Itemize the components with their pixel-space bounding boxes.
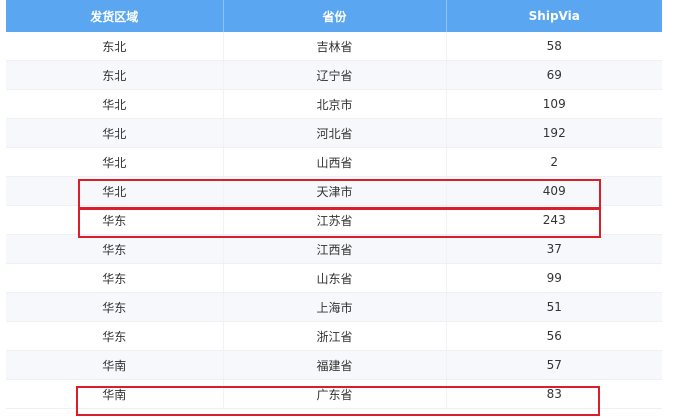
cell-region: 东北	[6, 32, 224, 61]
table-row[interactable]: 东北 辽宁省 69	[6, 60, 662, 90]
cell-shipvia: 51	[446, 292, 662, 322]
cell-province: 山东省	[223, 263, 447, 293]
cell-region: 华北	[6, 89, 224, 119]
table-row[interactable]: 东北 吉林省 58	[6, 32, 662, 61]
cell-shipvia: 83	[446, 379, 662, 409]
cell-province: 吉林省	[223, 32, 447, 61]
table-row[interactable]: 华北 河北省 192	[6, 118, 662, 148]
table-row[interactable]: 华北 山西省 2	[6, 147, 662, 177]
table-header: 发货区域 省份 ShipVia	[6, 0, 662, 32]
cell-region: 华南	[6, 350, 224, 380]
table-row[interactable]: 华南 福建省 57	[6, 350, 662, 380]
column-header-province[interactable]: 省份	[223, 0, 447, 32]
cell-province: 江西省	[223, 234, 447, 264]
cell-shipvia: 192	[446, 118, 662, 148]
cell-region: 华北	[6, 118, 224, 148]
cell-shipvia: 99	[446, 263, 662, 293]
cell-shipvia: 409	[446, 176, 662, 206]
cell-shipvia: 37	[446, 234, 662, 264]
cell-region: 华东	[6, 263, 224, 293]
cell-province: 北京市	[223, 89, 447, 119]
cell-province: 天津市	[223, 176, 447, 206]
cell-shipvia: 2	[446, 147, 662, 177]
table-row[interactable]: 华北 天津市 409	[6, 176, 662, 206]
cell-shipvia: 57	[446, 350, 662, 380]
cell-shipvia: 58	[446, 32, 662, 61]
cell-province: 上海市	[223, 292, 447, 322]
table-row[interactable]: 华东 上海市 51	[6, 292, 662, 322]
table-row[interactable]: 华东 山东省 99	[6, 263, 662, 293]
cell-shipvia: 243	[446, 205, 662, 235]
table-row[interactable]: 华东 江苏省 243	[6, 205, 662, 235]
column-header-region[interactable]: 发货区域	[6, 0, 224, 32]
column-header-shipvia[interactable]: ShipVia	[446, 0, 662, 32]
cell-province: 山西省	[223, 147, 447, 177]
cell-region: 东北	[6, 60, 224, 90]
cell-region: 华东	[6, 205, 224, 235]
cell-province: 浙江省	[223, 321, 447, 351]
cell-region: 华南	[6, 379, 224, 409]
cell-province: 福建省	[223, 350, 447, 380]
cell-shipvia: 56	[446, 321, 662, 351]
cell-province: 广东省	[223, 379, 447, 409]
table-row[interactable]: 华南 广东省 83	[6, 379, 662, 409]
cell-shipvia: 69	[446, 60, 662, 90]
table-body: 东北 吉林省 58 东北 辽宁省 69 华北 北京市 109 华北 河北省 19…	[6, 32, 662, 409]
data-table: 发货区域 省份 ShipVia 东北 吉林省 58 东北 辽宁省 69 华北 北…	[6, 0, 662, 409]
cell-region: 华北	[6, 176, 224, 206]
cell-province: 江苏省	[223, 205, 447, 235]
cell-province: 辽宁省	[223, 60, 447, 90]
cell-region: 华东	[6, 321, 224, 351]
table-row[interactable]: 华东 浙江省 56	[6, 321, 662, 351]
cell-province: 河北省	[223, 118, 447, 148]
cell-region: 华北	[6, 147, 224, 177]
table-viewport: 发货区域 省份 ShipVia 东北 吉林省 58 东北 辽宁省 69 华北 北…	[0, 0, 680, 418]
cell-region: 华东	[6, 234, 224, 264]
table-row[interactable]: 华北 北京市 109	[6, 89, 662, 119]
cell-region: 华东	[6, 292, 224, 322]
header-row: 发货区域 省份 ShipVia	[6, 0, 662, 32]
cell-shipvia: 109	[446, 89, 662, 119]
table-row[interactable]: 华东 江西省 37	[6, 234, 662, 264]
